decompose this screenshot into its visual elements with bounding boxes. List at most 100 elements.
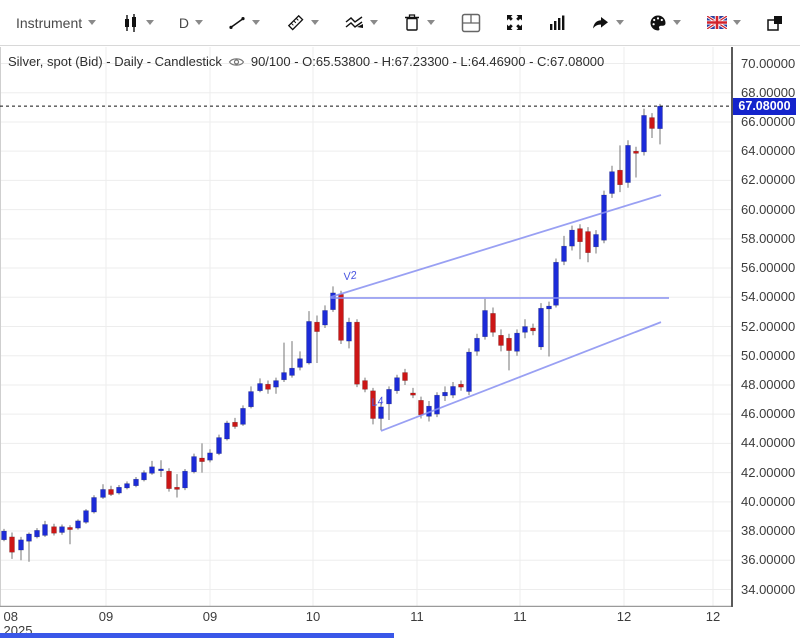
candle-up xyxy=(76,521,81,528)
candle-up xyxy=(451,386,456,395)
price-tick-label: 48.00000 xyxy=(741,377,795,392)
candle-down xyxy=(68,527,73,529)
trading-app: { "toolbar": { "instrument_label": "Inst… xyxy=(0,0,800,638)
measure-tool-button[interactable] xyxy=(286,13,319,32)
chart-ohlc-info: 90/100 - O:65.53800 - H:67.23300 - L:64.… xyxy=(251,54,604,69)
candle-up xyxy=(594,234,599,246)
timeframe-button[interactable]: D xyxy=(179,15,203,31)
chevron-down-icon xyxy=(673,20,681,25)
candle-up xyxy=(379,407,384,419)
bottom-selection-bar xyxy=(0,633,394,638)
candle-up xyxy=(483,310,488,336)
channel-upper-line xyxy=(330,195,661,297)
share-icon xyxy=(591,15,610,31)
time-tick-label: 11 xyxy=(513,610,527,624)
price-tick-label: 60.00000 xyxy=(741,202,795,217)
price-tick-label: 54.00000 xyxy=(741,289,795,304)
time-tick-label: 12 xyxy=(706,610,720,624)
candle-down xyxy=(411,393,416,395)
chart-header: Silver, spot (Bid) - Daily - Candlestick… xyxy=(8,54,604,69)
chevron-down-icon xyxy=(146,20,154,25)
price-tick-label: 64.00000 xyxy=(741,143,795,158)
candle-up xyxy=(183,471,188,488)
candle-down xyxy=(167,471,172,489)
candle-up xyxy=(84,511,89,523)
measure-tool-icon xyxy=(286,13,305,32)
volume-button[interactable] xyxy=(549,14,566,31)
time-tick-label: 10 xyxy=(306,610,320,624)
candle-up xyxy=(92,497,97,512)
price-tick-label: 56.00000 xyxy=(741,260,795,275)
palette-button[interactable] xyxy=(649,14,681,32)
instrument-selector-label: Instrument xyxy=(16,15,82,31)
candlestick-chart[interactable]: V2L4 xyxy=(0,47,731,607)
language-flag-uk-icon xyxy=(707,16,727,29)
candle-up xyxy=(208,453,213,460)
candle-up xyxy=(395,378,400,391)
delete-drawings-button[interactable] xyxy=(403,13,435,32)
candle-up xyxy=(347,322,352,341)
price-axis[interactable]: 70.0000068.0000066.0000064.0000062.00000… xyxy=(731,47,800,607)
chart-type-button[interactable] xyxy=(122,14,154,32)
chart-pane: V2L4 Silver, spot (Bid) - Daily - Candle… xyxy=(0,47,800,638)
candle-down xyxy=(459,384,464,387)
candle-up xyxy=(60,527,65,533)
chevron-down-icon xyxy=(195,20,203,25)
candle-down xyxy=(499,335,504,345)
candle-up xyxy=(443,392,448,396)
candle-up xyxy=(117,487,122,493)
candle-up xyxy=(602,195,607,240)
candle-down xyxy=(363,381,368,390)
trendline-tool-button[interactable] xyxy=(228,14,260,32)
candle-up xyxy=(539,308,544,347)
candle-up xyxy=(258,383,263,390)
price-tick-label: 40.00000 xyxy=(741,494,795,509)
candle-up xyxy=(515,333,520,351)
candle-up xyxy=(225,423,230,439)
price-tick-label: 38.00000 xyxy=(741,523,795,538)
price-tick-label: 36.00000 xyxy=(741,552,795,567)
candle-down xyxy=(200,458,205,462)
chart-type-candlestick-icon xyxy=(122,14,140,32)
visibility-eye-icon[interactable] xyxy=(228,56,245,68)
fullscreen-button[interactable] xyxy=(506,14,523,31)
time-tick-label: 09 xyxy=(203,610,217,624)
trendline-tool-icon xyxy=(228,14,246,32)
candle-down xyxy=(233,422,238,426)
pattern-tool-button[interactable] xyxy=(344,14,378,32)
toolbar: Instrument D xyxy=(0,0,800,46)
instrument-selector[interactable]: Instrument xyxy=(16,15,96,31)
candle-down xyxy=(403,373,408,381)
share-button[interactable] xyxy=(591,15,624,31)
candle-up xyxy=(19,540,24,550)
time-tick-label: 12 xyxy=(617,610,631,624)
price-tick-label: 70.00000 xyxy=(741,56,795,71)
grid-layout-button[interactable] xyxy=(461,13,481,33)
candle-up xyxy=(274,381,279,388)
chevron-down-icon xyxy=(311,20,319,25)
candle-down xyxy=(10,537,15,552)
candle-up xyxy=(298,359,303,368)
volume-icon xyxy=(549,14,566,31)
price-tick-label: 52.00000 xyxy=(741,319,795,334)
candle-up xyxy=(125,484,130,488)
price-tick-label: 34.00000 xyxy=(741,582,795,597)
candle-up xyxy=(523,327,528,333)
candle-down xyxy=(52,527,57,534)
time-tick-label: 11 xyxy=(410,610,424,624)
language-selector[interactable] xyxy=(707,16,741,29)
candle-down xyxy=(339,294,344,340)
grid-layout-icon xyxy=(461,13,481,33)
candle-down xyxy=(266,384,271,389)
candle-up xyxy=(2,531,7,540)
chevron-down-icon xyxy=(252,20,260,25)
current-price-badge: 67.08000 xyxy=(733,98,796,115)
candle-up xyxy=(43,524,48,535)
timeframe-label: D xyxy=(179,15,189,31)
candle-up xyxy=(307,321,312,363)
candle-up xyxy=(35,530,40,537)
compare-windows-button[interactable] xyxy=(766,14,784,32)
chevron-down-icon xyxy=(616,20,624,25)
candle-up xyxy=(323,310,328,325)
candle-down xyxy=(650,118,655,129)
